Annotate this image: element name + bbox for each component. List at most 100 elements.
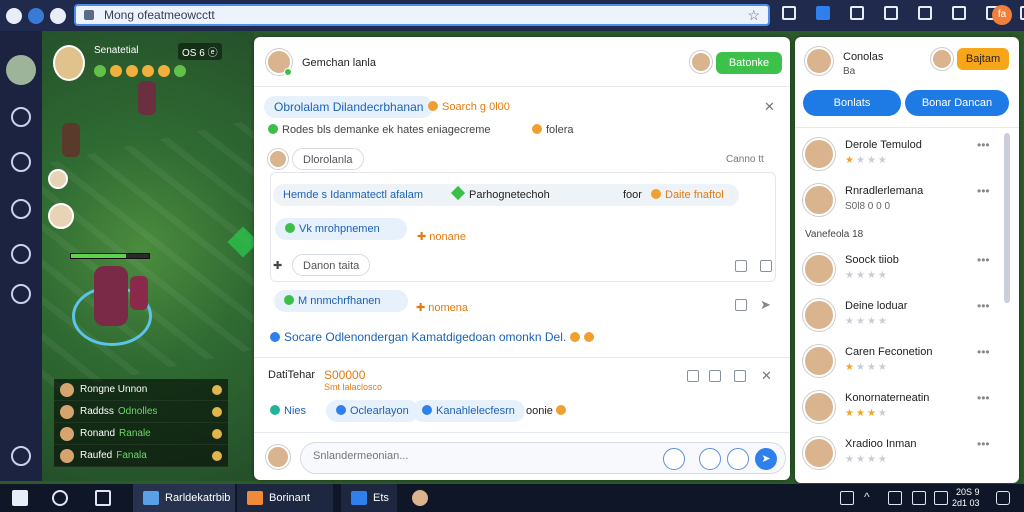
topic-title[interactable]: Obrolalam Dilandecrbhanan — [264, 96, 434, 118]
user-sub: Ba — [843, 66, 856, 77]
chip-3[interactable]: Kanahlelecfesrn — [412, 400, 525, 422]
game-view[interactable]: Senatetial OS 6 ⓔ Rongne Unnon Raddss Odn… — [42, 31, 254, 481]
top-action-button[interactable]: Bajtam — [957, 48, 1009, 70]
more-icon[interactable]: ••• — [977, 253, 990, 267]
contact-item[interactable]: Deine loduar ★ ★ ★ ★ ••• — [801, 297, 1001, 343]
emote-icon[interactable] — [110, 65, 122, 77]
mic-button[interactable] — [727, 448, 749, 470]
settings-icon[interactable] — [11, 446, 31, 466]
search-box[interactable]: Danon taita — [292, 254, 371, 276]
folder-icon[interactable] — [952, 6, 966, 20]
primary-button-left[interactable]: Bonlats — [803, 90, 901, 116]
emote-icon[interactable] — [158, 65, 170, 77]
more-icon[interactable]: ••• — [977, 299, 990, 313]
contact-item[interactable]: Caren Feconetion ★ ★ ★ ★ ••• — [801, 343, 1001, 389]
link-icon[interactable] — [11, 284, 31, 304]
bookmark-star-icon[interactable]: ☆ — [747, 7, 760, 24]
message-bubble[interactable]: Vk mrohpnemen — [275, 218, 407, 240]
system-clock[interactable]: 20S 9 2d1 03 — [952, 487, 980, 509]
cloud-icon[interactable] — [11, 244, 31, 264]
tray-network-icon[interactable] — [840, 491, 854, 505]
bell-icon[interactable] — [734, 370, 746, 382]
plus-icon[interactable]: ✚ — [273, 259, 282, 272]
chevron-up-icon[interactable]: ^ — [864, 491, 878, 505]
shield-icon[interactable] — [782, 6, 796, 20]
game-character — [62, 123, 80, 157]
friend-avatar[interactable] — [931, 48, 953, 70]
more-icon[interactable]: ••• — [977, 138, 990, 152]
tray-wifi-icon[interactable] — [934, 491, 948, 505]
summary-line: Socare Odlenondergan Kamatdigedoan omonk… — [270, 330, 598, 344]
emote-icon[interactable] — [174, 65, 186, 77]
clock-icon[interactable] — [11, 107, 31, 127]
side-avatar[interactable] — [48, 169, 68, 189]
back-icon[interactable] — [28, 7, 44, 24]
taskbar-app-1[interactable]: Rarldekatrbib — [133, 484, 235, 512]
attach-button[interactable] — [699, 448, 721, 470]
emote-icon[interactable] — [94, 65, 106, 77]
bookmark-icon[interactable] — [735, 299, 747, 311]
party-row[interactable]: Rongne Unnon — [54, 379, 228, 401]
search-icon[interactable] — [52, 490, 68, 506]
participant-avatar[interactable] — [690, 51, 712, 73]
copy-icon[interactable] — [735, 260, 747, 272]
more-icon[interactable]: ••• — [977, 391, 990, 405]
square-icon[interactable] — [816, 6, 830, 20]
more-icon[interactable]: ••• — [977, 437, 990, 451]
taskbar-app-2[interactable]: Borinant — [237, 484, 333, 512]
contact-name: Derole Temulod — [845, 139, 922, 151]
compose-icon[interactable] — [709, 370, 721, 382]
mention-chip[interactable]: Dlorolanla — [292, 148, 364, 170]
message-bubble[interactable]: M nnmchrfhanen — [274, 290, 408, 312]
message-input[interactable] — [313, 450, 613, 462]
message-composer[interactable]: ➤ — [300, 442, 786, 474]
home-icon[interactable] — [918, 6, 932, 20]
tray-battery-icon[interactable] — [912, 491, 926, 505]
taskbar-app-3[interactable]: Ets — [341, 484, 397, 512]
taskbar-avatar[interactable] — [412, 490, 428, 506]
refresh-icon[interactable] — [50, 7, 66, 24]
compass-icon[interactable] — [11, 199, 31, 219]
emote-bar[interactable] — [94, 65, 190, 77]
hero-character[interactable] — [94, 266, 128, 326]
tray-sound-icon[interactable] — [888, 491, 902, 505]
send-button[interactable]: ➤ — [755, 448, 777, 470]
edit-icon[interactable] — [687, 370, 699, 382]
more-icon[interactable]: ••• — [977, 184, 990, 198]
chat-header: Gemchan lanla Batonke — [254, 37, 790, 87]
contact-item[interactable]: Derole Temulod ★ ★ ★ ★ ••• — [801, 136, 1001, 182]
header-action-button[interactable]: Batonke — [716, 52, 782, 74]
puzzle-icon[interactable] — [884, 6, 898, 20]
rail-avatar[interactable] — [6, 55, 36, 85]
party-row[interactable]: Raufed Fanala — [54, 445, 228, 467]
address-bar[interactable]: Mong ofeatmeowcctt ☆ — [74, 4, 770, 26]
contact-item[interactable]: Rnradlerlemana S0l8 0 0 0 ••• — [801, 182, 1001, 228]
task-view-icon[interactable] — [95, 490, 111, 506]
emote-icon[interactable] — [142, 65, 154, 77]
chip-2[interactable]: Oclearlayon — [326, 400, 419, 422]
scrollbar[interactable] — [1004, 133, 1010, 303]
user-avatar[interactable] — [805, 47, 833, 75]
chip-1[interactable]: Nies — [270, 405, 306, 417]
party-row[interactable]: Raddss Odnolles — [54, 401, 228, 423]
notification-icon[interactable] — [996, 491, 1010, 505]
close-icon[interactable]: ✕ — [764, 99, 775, 115]
emoji-button[interactable] — [663, 448, 685, 470]
close-icon[interactable]: ✕ — [761, 368, 772, 384]
send-icon[interactable]: ➤ — [760, 297, 771, 313]
more-icon[interactable]: ••• — [977, 345, 990, 359]
party-row[interactable]: Ronand Ranale — [54, 423, 228, 445]
window-icon[interactable] — [1020, 6, 1024, 20]
windows-start-icon[interactable] — [12, 490, 28, 506]
url-text: Mong ofeatmeowcctt — [104, 8, 215, 22]
emote-icon[interactable] — [126, 65, 138, 77]
side-avatar[interactable] — [48, 203, 74, 229]
primary-button-right[interactable]: Bonar Dancan — [905, 90, 1009, 116]
contact-item[interactable]: Konornaterneatin ★ ★ ★ ★ ••• — [801, 389, 1001, 435]
share-icon[interactable] — [760, 260, 772, 272]
contact-item[interactable]: Soock tiiob ★ ★ ★ ★ ••• — [801, 251, 1001, 297]
profile-avatar[interactable]: fa — [992, 5, 1012, 25]
image-icon[interactable] — [850, 6, 864, 20]
home-icon[interactable] — [11, 152, 31, 172]
contact-item[interactable]: Xradioo Inman ★ ★ ★ ★ ••• — [801, 435, 1001, 481]
